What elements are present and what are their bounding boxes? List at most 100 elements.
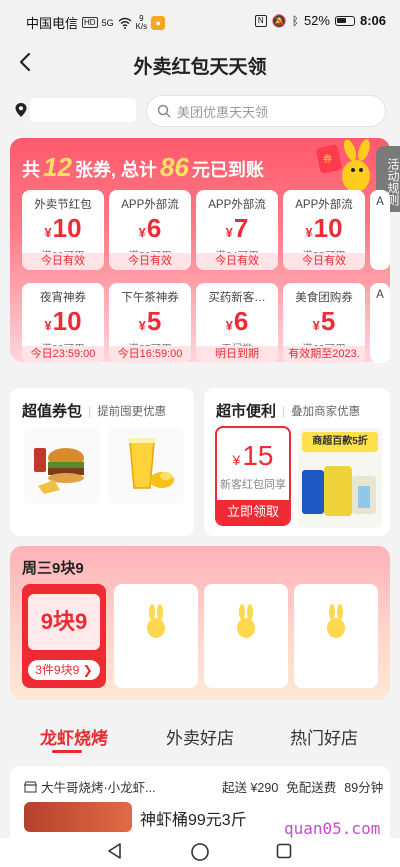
- coupon-validity: 今日16:59:00: [109, 346, 191, 363]
- coupon-title: APP外部流: [208, 199, 266, 211]
- coupon-validity: 有效期至2023.: [283, 346, 365, 363]
- wifi-icon: [118, 17, 132, 29]
- nine-nine-label: 9块9: [28, 594, 100, 650]
- coupon-amount: ¥6: [225, 306, 249, 336]
- status-bar: 中国电信 HD 5G 9 K/s ● N 🔕 ᛒ 52% 8:06: [0, 0, 400, 40]
- coupon-card[interactable]: 下午茶神券¥5满35可用今日16:59:00: [109, 283, 191, 363]
- kangaroo-placeholder-icon: [327, 604, 345, 638]
- store-header[interactable]: 大牛哥烧烤·小龙虾...: [24, 777, 156, 796]
- coupon-card[interactable]: 夜宵神券¥10满29可用今日23:59:00: [22, 283, 104, 363]
- coupon-title: APP外部流: [295, 199, 353, 211]
- coupon-title: APP外部流: [121, 199, 179, 211]
- battery-icon: [334, 15, 355, 26]
- signal-label: 5G: [101, 17, 114, 28]
- tab-lobster-bbq[interactable]: 龙虾烧烤: [40, 724, 108, 749]
- tab-popular-stores[interactable]: 热门好店: [290, 724, 358, 749]
- carrier-label: 中国电信: [26, 16, 79, 31]
- coupon-amount: ¥10: [305, 213, 343, 243]
- recents-square-icon[interactable]: [276, 843, 292, 859]
- coupon-amount: ¥10: [44, 306, 82, 336]
- supermarket-header: 超市便利 | 叠加商家优惠: [216, 400, 360, 421]
- coupon-title: 买药新客…: [208, 292, 266, 304]
- watermark: quan05.com: [284, 819, 381, 838]
- supermarket-title: 超市便利: [216, 403, 277, 420]
- location-field[interactable]: [30, 98, 136, 122]
- store-name: 大牛哥烧烤·小龙虾...: [41, 781, 156, 795]
- value-pack-title: 超值券包: [22, 403, 83, 420]
- store-meta: 起送 ¥290 免配送费 89分钟: [222, 777, 383, 796]
- store-min-order: 起送 ¥290: [222, 781, 279, 795]
- coupon-title: 夜宵神券: [40, 292, 86, 304]
- coupon-card[interactable]: 美食团购券¥5满69可用有效期至2023.: [283, 283, 365, 363]
- claim-now-button[interactable]: 立即领取: [217, 500, 289, 524]
- burger-combo-image[interactable]: [24, 428, 100, 504]
- time-label: 8:06: [359, 13, 386, 28]
- store-icon: [24, 780, 37, 793]
- mute-icon: 🔕: [271, 13, 287, 28]
- kangaroo-placeholder-icon: [147, 604, 165, 638]
- nine-nine-badge[interactable]: 9块9 3件9块9 ❯: [22, 584, 106, 688]
- store-dish-image[interactable]: [24, 802, 132, 832]
- deal-placeholder-card[interactable]: [294, 584, 378, 688]
- coupon-validity: 明日到期: [196, 346, 278, 363]
- coupon-title: 下午茶神券: [121, 292, 179, 304]
- bluetooth-icon: ᛒ: [291, 13, 299, 28]
- coupon-title: A: [376, 289, 384, 301]
- coupon-card[interactable]: 外卖节红包¥10满20可用今日有效: [22, 190, 104, 270]
- supermarket-promo-label: 商超百款5折: [302, 432, 378, 452]
- page-title: 外卖红包天天领: [133, 57, 267, 78]
- supermarket-coupon[interactable]: ¥15 新客红包同享 立即领取: [215, 426, 291, 526]
- search-input[interactable]: 美团优惠天天领: [146, 95, 386, 127]
- system-nav-bar: [0, 838, 400, 867]
- coupon-card[interactable]: APP外部流¥6满20可用今日有效: [109, 190, 191, 270]
- coupon-card[interactable]: APP外部流¥7满24可用今日有效: [196, 190, 278, 270]
- deal-placeholder-card[interactable]: [114, 584, 198, 688]
- coupon-validity: 今日有效: [22, 253, 104, 270]
- supermarket-coupon-note: 新客红包同享: [220, 479, 286, 491]
- location-pin-icon[interactable]: [14, 102, 28, 118]
- net-speed: 9 K/s: [135, 13, 148, 31]
- weibo-icon: ●: [151, 15, 166, 30]
- coupon-summary: 共 12 张券, 总计 86 元已到账: [22, 152, 264, 182]
- wednesday-title: 周三9块9: [22, 560, 84, 577]
- hd-badge: HD: [82, 17, 98, 28]
- coupon-validity: 今日有效: [109, 253, 191, 270]
- supermarket-subtitle: 叠加商家优惠: [291, 405, 361, 418]
- svg-text:券: 券: [323, 153, 332, 165]
- supermarket-coupon-amount: ¥15: [232, 440, 274, 471]
- coupon-card-peek[interactable]: A: [370, 283, 390, 363]
- store-deal-title[interactable]: 神虾桶99元3斤: [140, 806, 247, 830]
- coupon-validity: 今日有效: [196, 253, 278, 270]
- coupon-title: 美食团购券: [295, 292, 353, 304]
- coupon-validity: 今日有效: [283, 253, 365, 270]
- coupon-card[interactable]: 买药新客…¥6无门槛明日到期: [196, 283, 278, 363]
- coupon-card-peek[interactable]: A: [370, 190, 390, 270]
- kangaroo-placeholder-icon: [237, 604, 255, 638]
- coupon-amount: ¥6: [138, 213, 162, 243]
- coupon-amount: ¥5: [312, 306, 336, 336]
- coupon-card[interactable]: APP外部流¥10满35可用今日有效: [283, 190, 365, 270]
- battery-label: 52%: [303, 13, 330, 28]
- deal-placeholder-card[interactable]: [204, 584, 288, 688]
- search-icon: [157, 104, 171, 118]
- tab-good-takeaway[interactable]: 外卖好店: [166, 724, 234, 749]
- coupon-amount: ¥5: [138, 306, 162, 336]
- supermarket-promo-image[interactable]: 商超百款5折: [298, 428, 382, 528]
- three-for-nine-tag[interactable]: 3件9块9 ❯: [28, 660, 100, 680]
- lemon-tea-image[interactable]: [108, 428, 184, 504]
- nfc-icon: N: [254, 14, 267, 27]
- coupon-title: 外卖节红包: [34, 199, 92, 211]
- coupon-amount: ¥10: [44, 213, 82, 243]
- store-delivery-fee: 免配送费: [286, 781, 337, 795]
- store-delivery-time: 89分钟: [344, 781, 384, 795]
- kangaroo-mascot-icon: 券: [316, 139, 370, 192]
- value-pack-subtitle: 提前囤更优惠: [97, 405, 167, 418]
- coupon-validity: 今日23:59:00: [22, 346, 104, 363]
- active-tab-indicator: [52, 750, 82, 753]
- back-triangle-icon[interactable]: [106, 842, 124, 860]
- coupon-amount: ¥7: [225, 213, 249, 243]
- search-placeholder: 美团优惠天天领: [177, 104, 269, 120]
- coupon-title: A: [376, 196, 384, 208]
- home-circle-icon[interactable]: [190, 842, 210, 862]
- value-pack-header: 超值券包 | 提前囤更优惠: [22, 400, 166, 421]
